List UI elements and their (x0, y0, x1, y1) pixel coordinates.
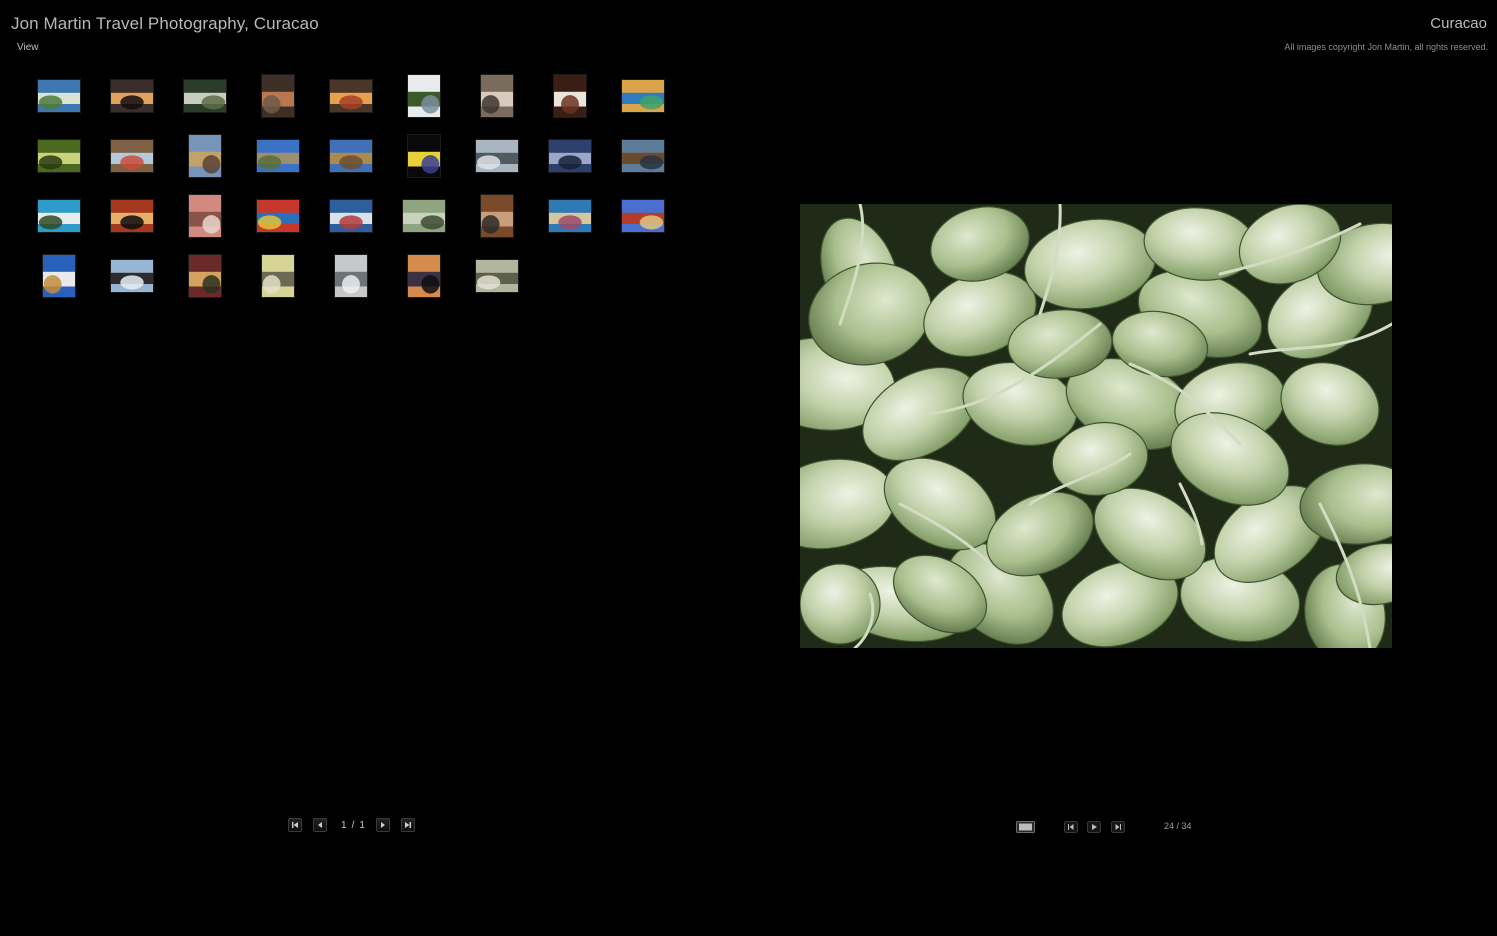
thumbnail-image (37, 80, 80, 112)
thumbnail[interactable] (606, 186, 679, 246)
first-page-icon (292, 822, 298, 828)
copyright-notice: All images copyright Jon Martin, all rig… (1284, 42, 1488, 52)
thumbnail-image (110, 200, 153, 232)
thumbnail-image (256, 140, 299, 172)
thumbnail-image (42, 255, 75, 297)
current-page: 1 (341, 819, 347, 831)
next-image-icon (1111, 821, 1125, 833)
thumbnail[interactable] (22, 66, 95, 126)
page-count: 1 / 1 (341, 820, 365, 831)
thumbnail[interactable] (241, 126, 314, 186)
thumbnail-image (261, 255, 294, 297)
thumbnail[interactable] (533, 126, 606, 186)
thumbnail-image (621, 80, 664, 112)
thumbnail[interactable] (460, 126, 533, 186)
site-title: Jon Martin Travel Photography, Curacao (11, 14, 319, 33)
thumbnail-image (256, 200, 299, 232)
thumbnail-image (329, 140, 372, 172)
gallery-title: Curacao (1430, 15, 1487, 32)
thumbnail-image (329, 80, 372, 112)
thumbnail[interactable] (168, 246, 241, 306)
thumbnail-image (261, 75, 294, 117)
thumbnail[interactable] (387, 246, 460, 306)
thumbnail-image (110, 80, 153, 112)
single-image-view-icon (1016, 821, 1035, 833)
play-slideshow-button[interactable] (1087, 820, 1101, 834)
last-page-icon (404, 822, 411, 828)
thumbnail-image (407, 255, 440, 297)
thumbnail[interactable] (168, 66, 241, 126)
thumbnail-image (188, 135, 221, 177)
thumbnail-image (110, 140, 153, 172)
thumbnail[interactable] (314, 246, 387, 306)
thumbnail-image (480, 75, 513, 117)
play-slideshow-icon (1087, 821, 1101, 833)
previous-page-icon (318, 822, 322, 828)
thumbnail[interactable] (533, 66, 606, 126)
thumbnail-image (37, 140, 80, 172)
thumbnail-image (407, 135, 440, 177)
thumbnail-image (548, 140, 591, 172)
thumbnail[interactable] (241, 246, 314, 306)
previous-image-button[interactable] (1064, 820, 1078, 834)
first-page-button[interactable] (288, 818, 302, 832)
thumbnail-image (480, 195, 513, 237)
thumbnail-image (334, 255, 367, 297)
thumbnail[interactable] (314, 66, 387, 126)
thumbnail-image (37, 200, 80, 232)
thumbnail[interactable] (606, 126, 679, 186)
thumbnail[interactable] (387, 66, 460, 126)
next-image-button[interactable] (1111, 820, 1125, 834)
thumbnail[interactable] (95, 126, 168, 186)
thumbnail[interactable] (387, 186, 460, 246)
thumbnail[interactable] (606, 66, 679, 126)
thumbnail[interactable] (22, 126, 95, 186)
next-page-icon (380, 822, 385, 828)
last-page-button[interactable] (400, 818, 415, 832)
total-pages: 1 (359, 819, 365, 831)
thumbnail-image (475, 140, 518, 172)
thumbnail-image (553, 75, 586, 117)
previous-page-button[interactable] (313, 818, 327, 832)
page-separator: / (351, 819, 355, 831)
view-mode-button[interactable] (1016, 820, 1035, 834)
main-photo-cucumbers (800, 204, 1392, 648)
thumbnail-image (110, 260, 153, 292)
thumbnail-image (188, 195, 221, 237)
thumbnail[interactable] (168, 126, 241, 186)
thumbnail-image (548, 200, 591, 232)
thumbnail-image (621, 200, 664, 232)
previous-image-icon (1064, 821, 1078, 833)
thumbnail[interactable] (314, 186, 387, 246)
thumbnail-image (402, 200, 445, 232)
thumbnail[interactable] (95, 246, 168, 306)
thumbnail-image (621, 140, 664, 172)
thumbnail[interactable] (460, 186, 533, 246)
thumbnail-image (183, 80, 226, 112)
thumbnail-image (475, 260, 518, 292)
thumbnail-image (329, 200, 372, 232)
thumbnail-image (407, 75, 440, 117)
view-menu[interactable]: View (17, 42, 39, 53)
main-image[interactable] (800, 204, 1392, 648)
image-counter: 24 / 34 (1164, 821, 1192, 831)
thumbnail[interactable] (95, 186, 168, 246)
thumbnail-image (188, 255, 221, 297)
thumbnail[interactable] (460, 66, 533, 126)
thumbnail[interactable] (22, 246, 95, 306)
thumbnail[interactable] (168, 186, 241, 246)
thumbnail[interactable] (460, 246, 533, 306)
thumbnail[interactable] (241, 186, 314, 246)
next-page-button[interactable] (375, 818, 390, 832)
thumbnail[interactable] (387, 126, 460, 186)
thumbnail[interactable] (95, 66, 168, 126)
grid-pager: 1 / 1 (288, 818, 415, 832)
thumbnail[interactable] (241, 66, 314, 126)
thumbnail[interactable] (533, 186, 606, 246)
thumbnail[interactable] (314, 126, 387, 186)
thumbnail[interactable] (22, 186, 95, 246)
